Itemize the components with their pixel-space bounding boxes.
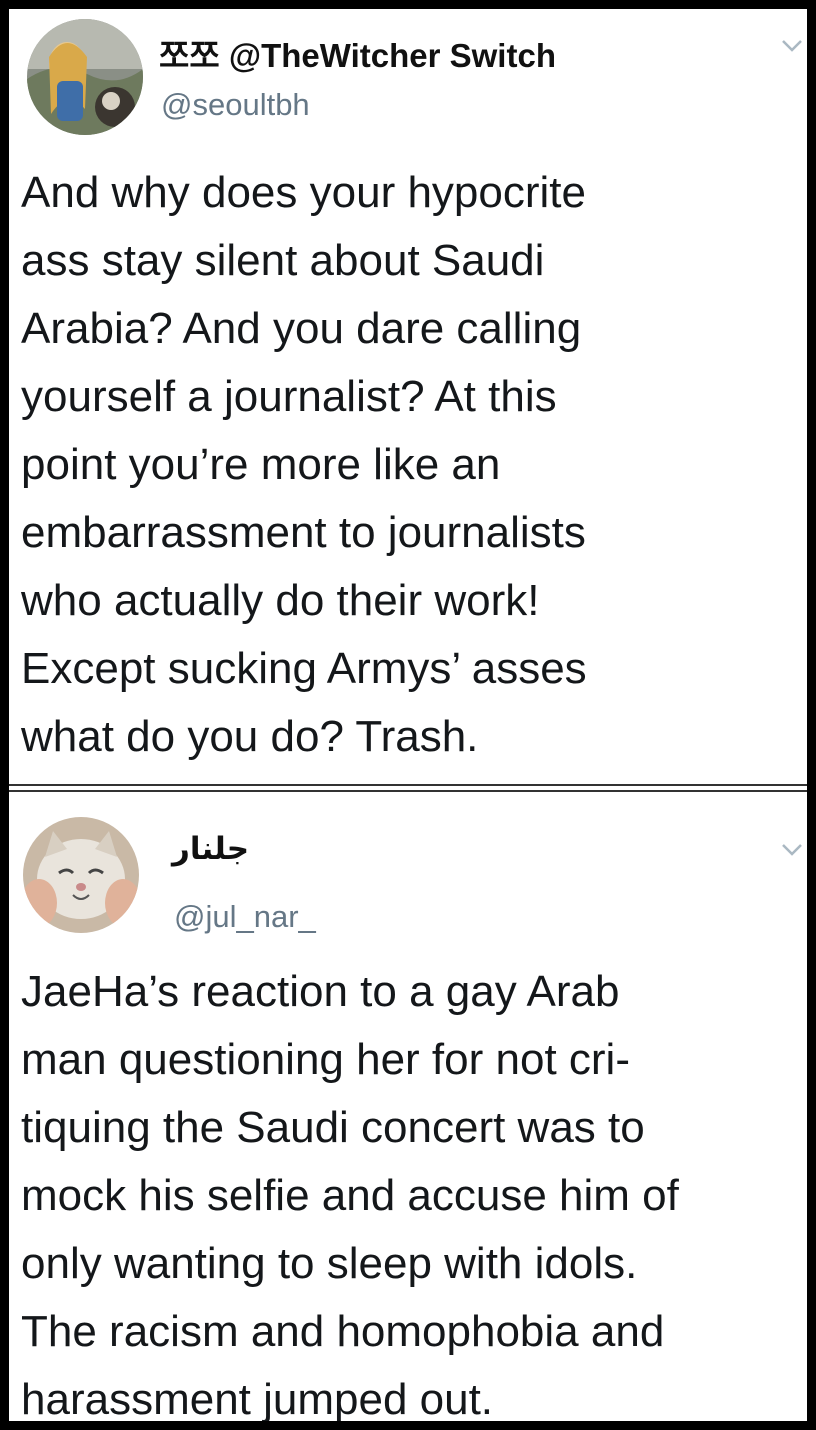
tweet-divider — [9, 781, 807, 795]
user-handle[interactable]: @seoultbh — [161, 87, 310, 123]
avatar[interactable] — [23, 817, 139, 933]
tweet-text: And why does your hypocrite ass stay sil… — [21, 168, 587, 761]
display-name[interactable]: 쪼쪼 @TheWitcher Switch — [159, 29, 556, 77]
avatar-zelda-illustration-icon — [27, 19, 143, 135]
user-handle[interactable]: @jul_nar_ — [174, 899, 316, 935]
chevron-down-icon[interactable] — [781, 843, 803, 857]
avatar[interactable] — [27, 19, 143, 135]
screenshot-frame: 쪼쪼 @TheWitcher Switch @seoultbh And why … — [9, 9, 807, 1421]
tweet-card[interactable]: جلنار @jul_nar_ JaeHa’s reaction to a ga… — [9, 795, 807, 1421]
tweet-card[interactable]: 쪼쪼 @TheWitcher Switch @seoultbh And why … — [9, 9, 807, 781]
chevron-down-icon[interactable] — [781, 39, 803, 53]
avatar-cat-icon — [23, 817, 139, 933]
tweet-text: JaeHa’s reaction to a gay Arab man quest… — [21, 967, 679, 1421]
display-name[interactable]: جلنار — [172, 831, 249, 867]
